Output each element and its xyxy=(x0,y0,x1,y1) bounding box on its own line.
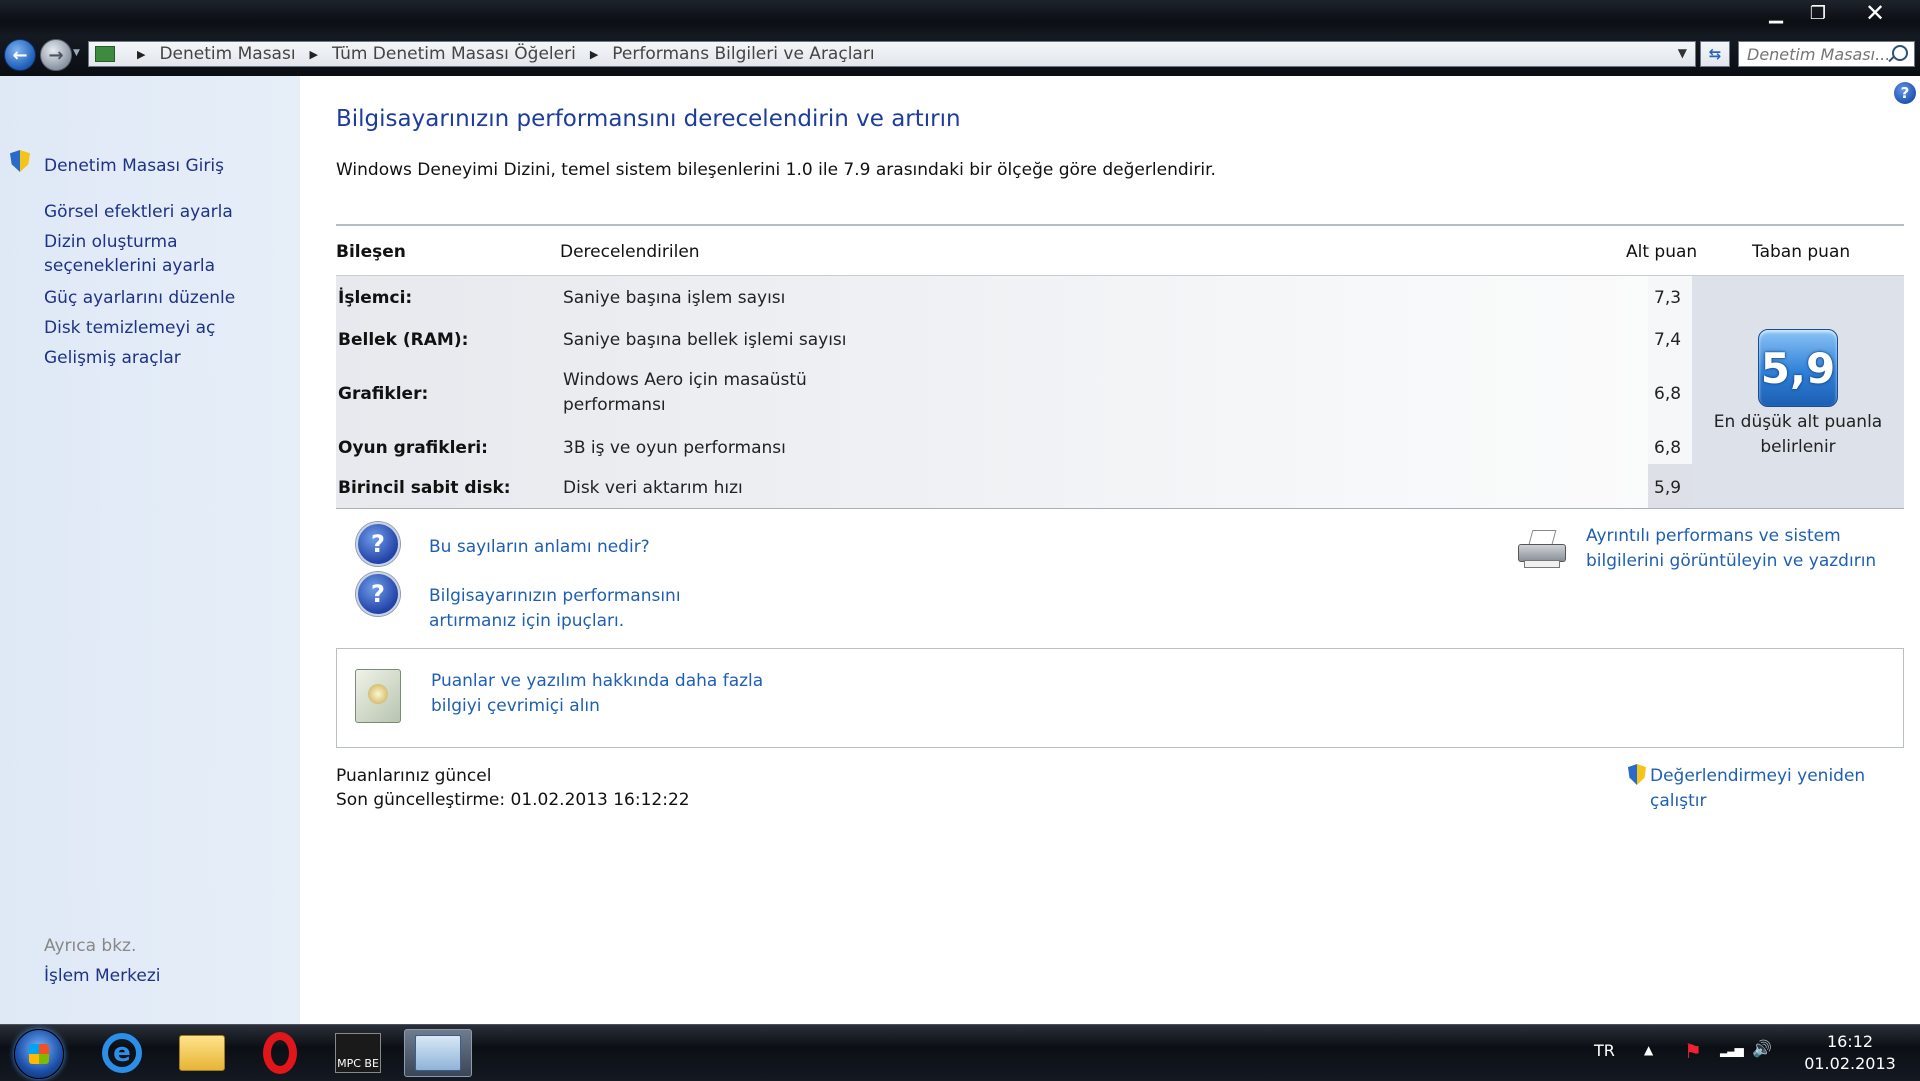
online-info-box: Puanlar ve yazılım hakkında daha fazla b… xyxy=(336,648,1904,748)
search-icon[interactable] xyxy=(1892,45,1908,61)
task-pane: Denetim Masası Giriş Görsel efektleri ay… xyxy=(0,76,300,1024)
row-score-graphics: 6,8 xyxy=(1654,384,1682,404)
base-score-caption: En düşük alt puanla belirlenir xyxy=(1713,412,1883,457)
clock-time: 16:12 xyxy=(1826,1032,1874,1051)
row-score-processor: 7,3 xyxy=(1654,288,1682,308)
taskbar: e MPC BE TR ▲ ⚑ ▂▃▅ 🔊 16:12 01.02.2013 xyxy=(0,1024,1920,1081)
question-icon: ? xyxy=(356,522,400,566)
row-desc-hard-disk: Disk veri aktarım hızı xyxy=(563,478,743,498)
breadcrumb-all-items[interactable]: Tüm Denetim Masası Öğeleri xyxy=(332,44,576,64)
link-what-do-numbers-mean[interactable]: Bu sayıların anlamı nedir? xyxy=(429,535,650,560)
row-label-processor: İşlemci: xyxy=(338,288,413,308)
link-performance-tips[interactable]: Bilgisayarınızın performansını artırmanı… xyxy=(429,584,759,634)
divider xyxy=(336,224,1904,226)
network-icon[interactable]: ▂▃▅ xyxy=(1720,1043,1744,1057)
sidebar-link-action-center[interactable]: İşlem Merkezi xyxy=(44,964,284,988)
see-also-heading: Ayrıca bkz. xyxy=(44,936,137,956)
back-button[interactable]: ← xyxy=(4,39,36,71)
page-title: Bilgisayarınızın performansını derecelen… xyxy=(336,106,961,132)
base-score-badge: 5,9 xyxy=(1758,329,1838,407)
close-button[interactable]: ✕ xyxy=(1840,0,1910,27)
show-hidden-icons-button[interactable]: ▲ xyxy=(1644,1043,1653,1057)
taskbar-control-panel[interactable] xyxy=(404,1029,472,1077)
sidebar-link-indexing[interactable]: Dizin oluşturma seçeneklerini ayarla xyxy=(44,230,284,278)
volume-icon[interactable]: 🔊 xyxy=(1752,1039,1772,1058)
row-label-gaming-graphics: Oyun grafikleri: xyxy=(338,438,488,458)
row-label-hard-disk: Birincil sabit disk: xyxy=(338,478,511,498)
page-description: Windows Deneyimi Dizini, temel sistem bi… xyxy=(336,160,1216,180)
navigation-bar: ← → ▼ ▶ Denetim Masası ▶ Tüm Denetim Mas… xyxy=(0,36,1920,76)
system-clock[interactable]: 16:12 01.02.2013 xyxy=(1794,1031,1906,1075)
sidebar-link-home[interactable]: Denetim Masası Giriş xyxy=(44,154,284,178)
control-panel-icon xyxy=(95,46,115,62)
breadcrumb-control-panel[interactable]: Denetim Masası xyxy=(159,44,295,64)
row-score-gaming-graphics: 6,8 xyxy=(1654,438,1682,458)
row-score-hard-disk: 5,9 xyxy=(1654,478,1682,498)
recent-pages-dropdown[interactable]: ▼ xyxy=(73,48,80,58)
title-bar: ▁ ❐ ✕ xyxy=(0,0,1920,36)
sidebar-link-power[interactable]: Güç ayarlarını düzenle xyxy=(44,286,284,310)
taskbar-opera[interactable] xyxy=(250,1029,310,1077)
column-header-component: Bileşen xyxy=(336,242,406,262)
internet-explorer-icon: e xyxy=(102,1033,142,1073)
language-indicator[interactable]: TR xyxy=(1594,1041,1615,1060)
forward-button[interactable]: → xyxy=(40,39,72,71)
status-scores-current: Puanlarınız güncel xyxy=(336,766,492,786)
control-panel-icon xyxy=(415,1035,461,1071)
taskbar-internet-explorer[interactable]: e xyxy=(92,1029,152,1077)
action-center-flag-icon[interactable]: ⚑ xyxy=(1684,1039,1702,1063)
link-online-info[interactable]: Puanlar ve yazılım hakkında daha fazla b… xyxy=(431,669,771,719)
printer-tray-shape xyxy=(1524,560,1560,568)
question-icon: ? xyxy=(356,572,400,616)
address-dropdown-icon[interactable]: ▼ xyxy=(1678,46,1687,60)
link-rerun-assessment[interactable]: Değerlendirmeyi yeniden çalıştır xyxy=(1650,764,1920,814)
column-header-rated: Derecelendirilen xyxy=(560,242,700,262)
main-content: ? Bilgisayarınızın performansını derecel… xyxy=(300,76,1920,1024)
printer-icon xyxy=(1518,530,1566,568)
uac-shield-icon xyxy=(1628,764,1646,785)
software-info-icon xyxy=(355,669,401,723)
taskbar-file-explorer[interactable] xyxy=(172,1029,232,1077)
minimize-button[interactable]: ▁ xyxy=(1756,0,1796,26)
sidebar-link-advanced-tools[interactable]: Gelişmiş araçlar xyxy=(44,346,284,370)
row-desc-memory: Saniye başına bellek işlemi sayısı xyxy=(563,330,847,350)
breadcrumb-separator[interactable]: ▶ xyxy=(137,48,145,61)
maximize-button[interactable]: ❐ xyxy=(1798,0,1838,26)
breadcrumb-separator[interactable]: ▶ xyxy=(590,48,598,61)
row-desc-graphics: Windows Aero için masaüstü performansı xyxy=(563,370,807,415)
column-header-subscore: Alt puan xyxy=(1626,242,1698,262)
divider xyxy=(336,508,1904,509)
refresh-button[interactable]: ⇆ xyxy=(1700,41,1730,67)
status-last-update: Son güncelleştirme: 01.02.2013 16:12:22 xyxy=(336,790,690,810)
folder-icon xyxy=(179,1035,225,1071)
address-bar[interactable]: ▶ Denetim Masası ▶ Tüm Denetim Masası Öğ… xyxy=(88,41,1696,67)
clock-date: 01.02.2013 xyxy=(1804,1054,1896,1073)
help-icon[interactable]: ? xyxy=(1894,82,1916,104)
start-button[interactable] xyxy=(14,1029,64,1079)
mpc-be-icon: MPC BE xyxy=(335,1033,381,1073)
uac-shield-icon xyxy=(10,150,30,172)
row-desc-gaming-graphics: 3B iş ve oyun performansı xyxy=(563,438,786,458)
row-label-memory: Bellek (RAM): xyxy=(338,330,469,350)
opera-icon xyxy=(263,1032,297,1074)
breadcrumb-separator[interactable]: ▶ xyxy=(310,48,318,61)
row-label-graphics: Grafikler: xyxy=(338,384,429,404)
row-desc-processor: Saniye başına işlem sayısı xyxy=(563,288,786,308)
link-detailed-info-print[interactable]: Ayrıntılı performans ve sistem bilgileri… xyxy=(1586,524,1906,574)
sidebar-link-visual-effects[interactable]: Görsel efektleri ayarla xyxy=(44,200,284,224)
column-header-basescore: Taban puan xyxy=(1752,242,1851,262)
sidebar-link-disk-cleanup[interactable]: Disk temizlemeyi aç xyxy=(44,316,284,340)
search-input[interactable] xyxy=(1738,41,1915,67)
row-score-memory: 7,4 xyxy=(1654,330,1682,350)
breadcrumb-performance[interactable]: Performans Bilgileri ve Araçları xyxy=(612,44,874,64)
taskbar-mpc-be[interactable]: MPC BE xyxy=(328,1029,388,1077)
